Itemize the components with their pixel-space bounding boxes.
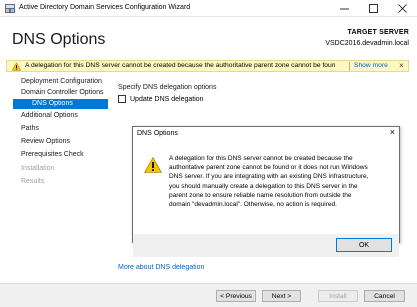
target-server-name: VSDC2016.devadmin.local [325, 40, 409, 47]
warning-text: A delegation for this DNS server cannot … [25, 62, 335, 69]
update-dns-delegation-checkbox[interactable] [118, 95, 126, 103]
maximize-icon [368, 4, 378, 13]
target-server-label: TARGET SERVER [347, 29, 409, 36]
nav-item-additional-options[interactable]: Additional Options [13, 111, 108, 121]
nav-item-paths[interactable]: Paths [13, 124, 108, 134]
maximize-button[interactable] [359, 0, 387, 17]
nav-item-prerequisites-check[interactable]: Prerequisites Check [13, 150, 108, 160]
window-title: Active Directory Domain Services Configu… [19, 4, 191, 11]
previous-button[interactable]: < Previous [216, 290, 256, 302]
window-titlebar: Active Directory Domain Services Configu… [0, 0, 417, 17]
install-button[interactable]: Install [318, 290, 358, 302]
nav-item-deployment-configuration[interactable]: Deployment Configuration [13, 77, 108, 87]
warning-bar: A delegation for this DNS server cannot … [6, 60, 409, 72]
warning-icon [144, 157, 162, 173]
update-dns-delegation-label: Update DNS delegation [130, 95, 204, 103]
dns-options-dialog: DNS Options × A delegation for this DNS … [132, 126, 400, 257]
section-label: Specify DNS delegation options [118, 84, 217, 91]
show-more-link[interactable]: Show more [354, 62, 388, 69]
warning-icon [12, 62, 21, 71]
nav-item-review-options[interactable]: Review Options [13, 137, 108, 147]
minimize-button[interactable] [330, 0, 358, 17]
cancel-button[interactable]: Cancel [364, 290, 405, 302]
wizard-header: DNS Options TARGET SERVER VSDC2016.devad… [0, 17, 417, 60]
warning-divider [349, 62, 350, 71]
dialog-close-icon[interactable]: × [390, 127, 395, 137]
minimize-icon [339, 8, 349, 10]
wizard-footer: < Previous Next > Install Cancel [0, 283, 417, 307]
close-icon [397, 4, 407, 13]
dialog-title: DNS Options [137, 130, 178, 137]
ok-button[interactable]: OK [336, 238, 392, 252]
ad-wizard-icon [5, 4, 15, 13]
dialog-footer: OK [133, 234, 399, 257]
page-title: DNS Options [12, 31, 106, 48]
nav-item-results: Results [21, 178, 45, 185]
dialog-message: A delegation for this DNS server cannot … [169, 155, 369, 209]
nav-item-domain-controller-options[interactable]: Domain Controller Options [13, 88, 108, 98]
warning-close-icon[interactable]: × [399, 61, 404, 70]
dialog-body: A delegation for this DNS server cannot … [133, 142, 399, 257]
close-window-button[interactable] [388, 0, 416, 17]
more-about-dns-delegation-link[interactable]: More about DNS delegation [118, 264, 204, 271]
nav-item-installation: Installation [21, 165, 55, 172]
update-dns-delegation-option[interactable]: Update DNS delegation [118, 95, 204, 103]
next-button[interactable]: Next > [262, 290, 301, 302]
nav-item-dns-options[interactable]: DNS Options [13, 99, 108, 109]
